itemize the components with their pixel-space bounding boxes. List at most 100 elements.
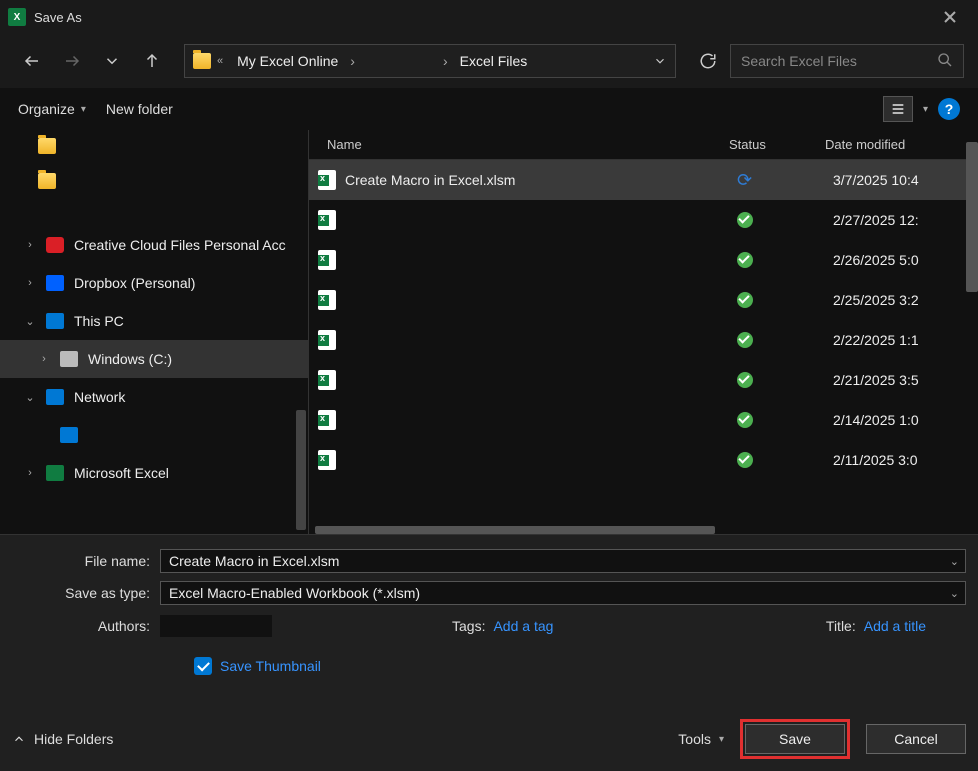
file-row[interactable]: 2/22/2025 1:1 (309, 320, 978, 360)
breadcrumb-segment-1[interactable]: My Excel Online (229, 45, 346, 77)
file-status (737, 212, 833, 228)
synced-icon (737, 372, 753, 388)
file-date: 2/27/2025 12: (833, 212, 978, 228)
tags-label: Tags: (452, 618, 485, 634)
chevron-right-icon: › (24, 467, 36, 479)
file-row[interactable]: 2/21/2025 3:5 (309, 360, 978, 400)
authors-label: Authors: (12, 618, 160, 634)
file-list-area: Name Status Date modified Create Macro i… (308, 130, 978, 534)
excel-file-icon (317, 290, 337, 310)
save-button[interactable]: Save (745, 724, 845, 754)
type-input[interactable]: Excel Macro-Enabled Workbook (*.xlsm) ⌄ (160, 581, 966, 605)
sidebar-item-excel[interactable]: › Microsoft Excel (0, 454, 308, 492)
filename-input[interactable]: Create Macro in Excel.xlsm ⌄ (160, 549, 966, 573)
sidebar-item-network-pc[interactable] (0, 416, 308, 454)
column-header-date[interactable]: Date modified (825, 137, 978, 152)
file-list-header: Name Status Date modified (309, 130, 978, 160)
list-icon (890, 101, 906, 117)
file-date: 2/21/2025 3:5 (833, 372, 978, 388)
file-date: 3/7/2025 10:4 (833, 172, 978, 188)
nav-forward-button[interactable] (54, 43, 90, 79)
sidebar-item-folder[interactable] (0, 130, 308, 162)
navigation-bar: « My Excel Online › › Excel Files (0, 34, 978, 88)
close-button[interactable] (930, 2, 970, 32)
help-button[interactable]: ? (938, 98, 960, 120)
file-date: 2/22/2025 1:1 (833, 332, 978, 348)
excel-file-icon (317, 370, 337, 390)
sidebar-item-folder[interactable] (0, 162, 308, 200)
file-row[interactable]: 2/27/2025 12: (309, 200, 978, 240)
sidebar-item-windows-c[interactable]: › Windows (C:) (0, 340, 308, 378)
tools-label: Tools (678, 731, 711, 747)
file-row[interactable]: 2/26/2025 5:0 (309, 240, 978, 280)
new-folder-button[interactable]: New folder (106, 101, 173, 117)
sidebar-item-network[interactable]: ⌄ Network (0, 378, 308, 416)
file-scrollbar-vertical[interactable] (966, 142, 978, 292)
excel-file-icon (317, 410, 337, 430)
search-input[interactable] (741, 53, 937, 69)
breadcrumb[interactable]: « My Excel Online › › Excel Files (184, 44, 676, 78)
sidebar-scrollbar[interactable] (296, 410, 306, 530)
title-link[interactable]: Add a title (864, 618, 926, 634)
nav-recent-button[interactable] (94, 43, 130, 79)
sidebar-item-this-pc[interactable]: ⌄ This PC (0, 302, 308, 340)
chevron-down-icon: ⌄ (24, 391, 36, 404)
file-row[interactable]: Create Macro in Excel.xlsm ⟳ 3/7/2025 10… (309, 160, 978, 200)
column-header-status[interactable]: Status (729, 137, 825, 152)
organize-button[interactable]: Organize ▾ (18, 101, 86, 117)
main-area: › Creative Cloud Files Personal Acc › Dr… (0, 130, 978, 534)
excel-icon (46, 465, 64, 481)
file-status: ⟳ (737, 170, 833, 191)
hide-folders-label: Hide Folders (34, 731, 113, 747)
type-label: Save as type: (12, 585, 160, 601)
breadcrumb-segment-2[interactable]: Excel Files (452, 45, 536, 77)
authors-input[interactable] (160, 615, 272, 637)
window-title: Save As (34, 10, 930, 25)
file-date: 2/25/2025 3:2 (833, 292, 978, 308)
view-mode-button[interactable] (883, 96, 913, 122)
sidebar-item-dropbox[interactable]: › Dropbox (Personal) (0, 264, 308, 302)
excel-file-icon (317, 250, 337, 270)
save-button-highlight: Save (740, 719, 850, 759)
chevron-down-icon[interactable]: ⌄ (950, 587, 959, 600)
chevron-down-icon (653, 54, 667, 68)
chevron-down-icon: ⌄ (24, 315, 36, 328)
column-header-name[interactable]: Name (309, 137, 729, 152)
file-status (737, 372, 833, 388)
file-date: 2/26/2025 5:0 (833, 252, 978, 268)
synced-icon (737, 452, 753, 468)
hide-folders-button[interactable]: Hide Folders (12, 731, 113, 747)
arrow-up-icon (143, 52, 161, 70)
cancel-button[interactable]: Cancel (866, 724, 966, 754)
chevron-down-icon[interactable]: ⌄ (950, 555, 959, 568)
save-thumbnail-checkbox[interactable] (194, 657, 212, 675)
filename-value: Create Macro in Excel.xlsm (169, 553, 339, 569)
file-row[interactable]: 2/25/2025 3:2 (309, 280, 978, 320)
sidebar-item-label: Creative Cloud Files Personal Acc (74, 237, 286, 253)
chevron-right-icon: › (38, 353, 50, 365)
breadcrumb-dropdown[interactable] (645, 45, 675, 77)
sidebar-item-label: Network (74, 389, 125, 405)
nav-back-button[interactable] (14, 43, 50, 79)
organize-label: Organize (18, 101, 75, 117)
file-status (737, 332, 833, 348)
pc-icon (60, 427, 78, 443)
dropbox-icon (46, 275, 64, 291)
folder-icon (38, 173, 56, 189)
synced-icon (737, 332, 753, 348)
tags-link[interactable]: Add a tag (493, 618, 553, 634)
arrow-right-icon (63, 52, 81, 70)
view-dropdown[interactable]: ▾ (923, 104, 928, 115)
sidebar-item-label: This PC (74, 313, 124, 329)
search-icon (937, 52, 953, 71)
file-status (737, 452, 833, 468)
file-scrollbar-horizontal[interactable] (315, 526, 715, 534)
sidebar-item-creative-cloud[interactable]: › Creative Cloud Files Personal Acc (0, 226, 308, 264)
search-box[interactable] (730, 44, 964, 78)
sidebar-item-label: Dropbox (Personal) (74, 275, 195, 291)
tools-button[interactable]: Tools ▾ (678, 731, 724, 747)
file-row[interactable]: 2/14/2025 1:0 (309, 400, 978, 440)
nav-up-button[interactable] (134, 43, 170, 79)
refresh-button[interactable] (690, 44, 726, 78)
file-row[interactable]: 2/11/2025 3:0 (309, 440, 978, 480)
